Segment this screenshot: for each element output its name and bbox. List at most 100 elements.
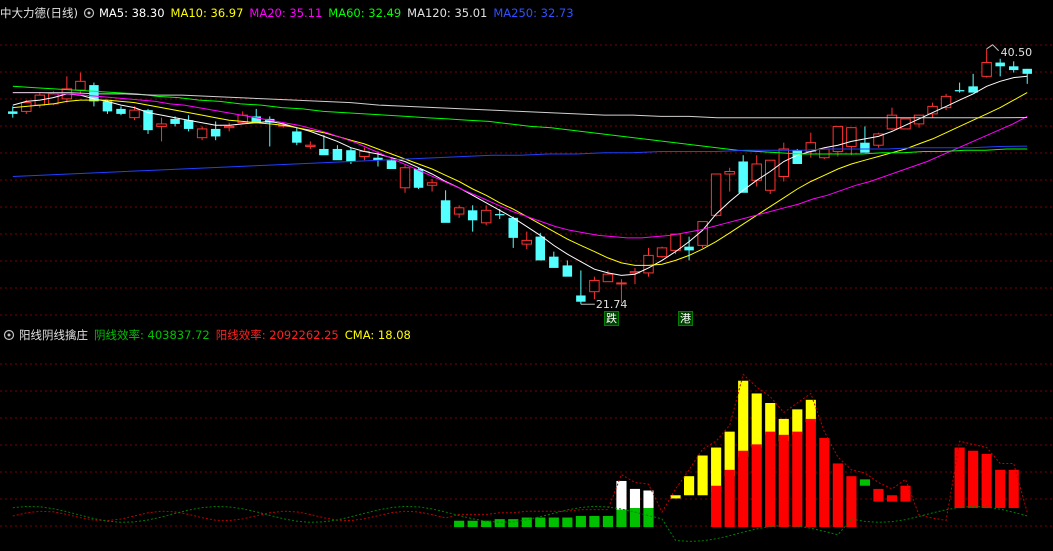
- candle-body: [684, 246, 694, 251]
- candle-body: [305, 144, 316, 147]
- indicator-bar: [832, 463, 843, 528]
- cma-label: CMA: 18.08: [344, 328, 411, 342]
- indicator-chart[interactable]: [0, 346, 1053, 551]
- candlestick-chart[interactable]: 40.50 21.74: [0, 20, 1053, 328]
- indicator-bar: [792, 431, 803, 528]
- indicator-bar: [697, 455, 708, 496]
- yin-efficiency-label: 阴线效率: 403837.72: [94, 328, 210, 342]
- sub-panel-header: 阳线阴线擒庄 阴线效率: 403837.72 阳线效率: 2092262.25 …: [0, 325, 417, 345]
- indicator-bar: [968, 450, 979, 508]
- indicator-bar: [873, 488, 884, 502]
- candle-body: [223, 125, 235, 129]
- candle-body: [656, 247, 668, 258]
- candle-body: [670, 233, 681, 251]
- indicator-bar: [995, 469, 1006, 508]
- indicator-bar: [819, 438, 830, 528]
- indicator-bar: [454, 520, 465, 528]
- candle-body: [156, 123, 167, 127]
- candle-body: [1022, 68, 1032, 74]
- indicator-bar: [981, 453, 992, 508]
- candle-body: [846, 127, 857, 147]
- ma120-label: MA120: 35.01: [407, 6, 488, 20]
- gear-icon[interactable]: [3, 329, 15, 341]
- indicator-bar: [548, 517, 559, 528]
- indicator-bar: [711, 447, 722, 493]
- candle-body: [292, 131, 302, 143]
- low-label: 21.74: [596, 298, 628, 311]
- candle-body: [589, 279, 600, 293]
- indicator-bar: [643, 508, 654, 528]
- indicator-bar: [765, 403, 776, 435]
- candle-body: [521, 239, 532, 245]
- indicator-bar: [778, 434, 789, 528]
- candle-body: [765, 159, 776, 191]
- indicator-bar: [738, 450, 749, 528]
- indicator-bar: [616, 509, 627, 528]
- candle-body: [48, 93, 59, 105]
- indicator-bar: [886, 495, 898, 502]
- candle-body: [860, 142, 870, 153]
- indicator-bar: [494, 519, 505, 528]
- tag-right: 港: [678, 311, 693, 326]
- indicator-bar: [670, 495, 681, 499]
- indicator-bar: [629, 488, 641, 508]
- indicator-bar: [616, 480, 627, 510]
- ma5-label: MA5: 38.30: [98, 6, 165, 20]
- candle-body: [562, 265, 573, 277]
- indicator-bar: [751, 393, 762, 448]
- yang-efficiency-label: 阳线效率: 2092262.25: [215, 328, 339, 342]
- candle-body: [116, 108, 126, 114]
- candle-body: [913, 114, 925, 125]
- candle-body: [480, 209, 492, 224]
- indicator-bar: [1008, 469, 1019, 508]
- candle-body: [1008, 66, 1019, 71]
- candle-body: [981, 62, 992, 77]
- candle-body: [183, 120, 194, 129]
- indicator-bar: [859, 479, 870, 486]
- ma5-line: [12, 75, 1028, 276]
- ma20-line: [12, 92, 1028, 239]
- candle-body: [170, 118, 180, 124]
- indicator-bar: [467, 520, 478, 528]
- ma10-line: [12, 92, 1028, 266]
- candle-body: [399, 167, 411, 189]
- high-label: 40.50: [1001, 46, 1033, 59]
- candle-body: [508, 217, 518, 238]
- candle-body: [426, 182, 438, 186]
- stock-title: 中大力德(日线): [0, 6, 78, 20]
- indicator-bar: [589, 515, 600, 528]
- indicator-bar: [738, 380, 749, 458]
- ma250-line: [12, 145, 1028, 177]
- indicator-bar: [711, 485, 722, 528]
- indicator-bar: [751, 444, 762, 528]
- indicator-bar: [805, 399, 816, 423]
- candle-body: [319, 148, 329, 156]
- indicator-bar: [562, 517, 573, 528]
- indicator-title: 阳线阴线擒庄: [19, 328, 88, 342]
- ma250-label: MA250: 32.73: [493, 6, 574, 20]
- indicator-bar: [724, 469, 735, 528]
- candle-body: [995, 62, 1005, 67]
- candle-body: [819, 148, 830, 159]
- indicator-bar: [643, 490, 654, 508]
- indicator-bar: [684, 476, 695, 496]
- ma20-label: MA20: 35.11: [249, 6, 323, 20]
- gear-icon[interactable]: [83, 7, 95, 19]
- indicator-bar: [954, 447, 965, 508]
- candle-body: [576, 295, 586, 302]
- ma10-label: MA10: 36.97: [170, 6, 244, 20]
- candle-body: [616, 282, 627, 285]
- high-marker: [986, 44, 1000, 52]
- candle-body: [724, 170, 735, 175]
- candle-body: [346, 150, 356, 162]
- candle-body: [8, 111, 18, 114]
- indicator-bar: [535, 517, 546, 528]
- candle-body: [129, 109, 140, 119]
- candle-body: [710, 173, 722, 216]
- tag-left: 跌: [604, 311, 619, 326]
- candle-body: [332, 148, 343, 161]
- candle-body: [602, 273, 614, 283]
- candle-body: [453, 207, 465, 215]
- indicator-bar: [724, 431, 735, 477]
- ma60-label: MA60: 32.49: [328, 6, 402, 20]
